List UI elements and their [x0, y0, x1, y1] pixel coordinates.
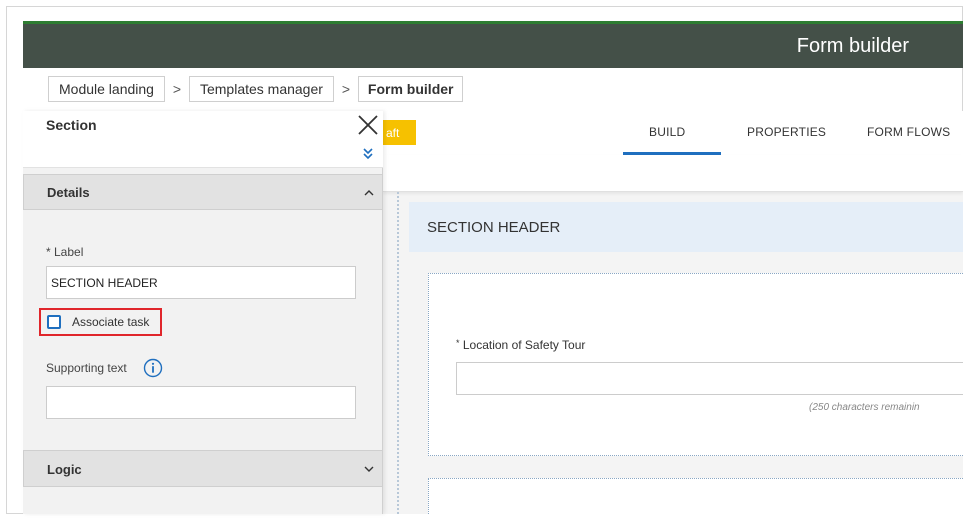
required-mark: * — [456, 338, 460, 348]
breadcrumb-separator: > — [341, 81, 351, 97]
breadcrumb: Module landing > Templates manager > For… — [48, 76, 464, 102]
details-title: Details — [47, 185, 90, 200]
info-icon[interactable] — [143, 358, 163, 378]
section-header-title: SECTION HEADER — [427, 219, 561, 236]
field-label: * Location of Safety Tour — [456, 338, 585, 352]
breadcrumb-separator: > — [172, 81, 182, 97]
label-field[interactable] — [46, 266, 356, 299]
close-icon[interactable] — [356, 113, 380, 137]
supporting-text-field[interactable] — [46, 386, 356, 419]
logic-accordion-header[interactable]: Logic — [23, 450, 383, 487]
tabs-bar: aft BUILD PROPERTIES FORM FLOWS — [383, 111, 963, 155]
field-card[interactable] — [428, 478, 963, 514]
breadcrumb-module-landing[interactable]: Module landing — [48, 76, 165, 102]
screenshot-frame: Form builder Module landing > Templates … — [0, 0, 969, 520]
chevron-up-icon — [364, 190, 374, 196]
canvas-guide-line — [397, 192, 399, 514]
form-canvas-area: aft BUILD PROPERTIES FORM FLOWS SECTION … — [383, 111, 963, 514]
logic-title: Logic — [47, 462, 82, 477]
associate-task-highlight: Associate task — [39, 308, 162, 336]
tab-properties[interactable]: PROPERTIES — [747, 125, 826, 139]
location-input[interactable] — [456, 362, 963, 395]
tab-form-flows[interactable]: FORM FLOWS — [867, 125, 950, 139]
toolbar-strip — [383, 155, 963, 192]
breadcrumb-templates-manager[interactable]: Templates manager — [188, 76, 334, 102]
chevron-down-icon — [364, 466, 374, 472]
app-header: Form builder — [23, 21, 963, 68]
section-header-block[interactable]: SECTION HEADER — [409, 202, 963, 252]
double-chevron-down-icon[interactable] — [361, 147, 375, 161]
app-title: Form builder — [796, 35, 909, 57]
draft-status-badge: aft — [383, 120, 416, 145]
field-card[interactable]: * Location of Safety Tour (250 character… — [428, 273, 963, 456]
supporting-text-caption: Supporting text — [46, 361, 127, 375]
panel-subheader — [23, 141, 383, 168]
details-accordion-header[interactable]: Details — [23, 174, 383, 210]
tab-build[interactable]: BUILD — [649, 125, 685, 139]
section-properties-panel: Section Details * Label Associate task S… — [23, 111, 383, 514]
field-label-text: Location of Safety Tour — [462, 338, 586, 352]
panel-title: Section — [46, 117, 97, 133]
associate-task-label[interactable]: Associate task — [72, 315, 149, 329]
characters-remaining: (250 characters remainin — [809, 402, 920, 413]
associate-task-checkbox[interactable] — [47, 315, 61, 329]
panel-header: Section — [23, 111, 383, 141]
label-caption: * Label — [46, 245, 84, 259]
breadcrumb-form-builder: Form builder — [357, 76, 464, 102]
